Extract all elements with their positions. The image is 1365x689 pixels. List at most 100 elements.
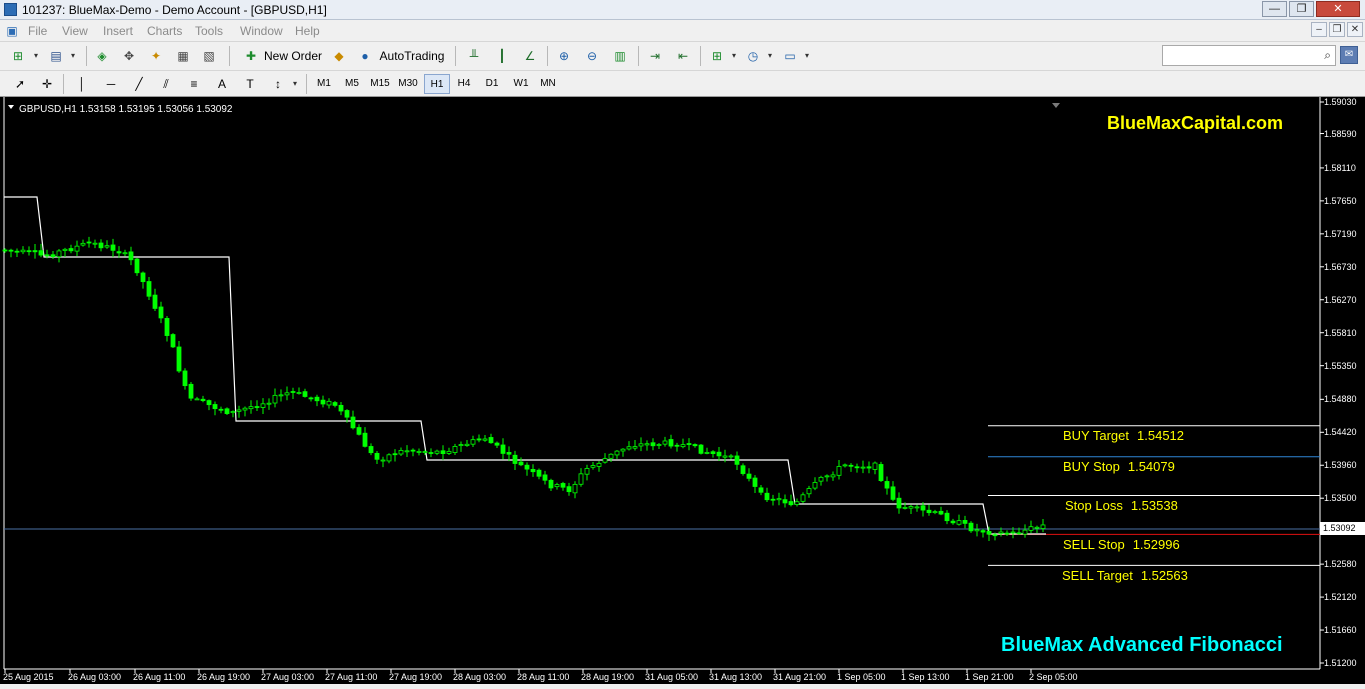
data-window-icon[interactable]: ✦ [148,48,164,64]
new-order-button[interactable]: New Order [262,46,324,66]
zoom-in-icon[interactable]: ⊕ [556,48,572,64]
menu-tools[interactable]: Tools [195,24,223,38]
separator [700,46,701,66]
timeframe-h4[interactable]: H4 [451,74,477,94]
indicators-icon[interactable]: ⊞ [709,48,725,64]
price-tick-label: 1.52120 [1324,592,1357,603]
candle-body [1034,526,1040,529]
candle-body [266,402,272,405]
trendline-icon[interactable]: ╱ [131,76,147,92]
candle-body [962,519,968,524]
chart-shift-icon[interactable]: ⇤ [675,48,691,64]
menu-charts[interactable]: Charts [147,24,182,38]
menu-view[interactable]: View [62,24,88,38]
menu-help[interactable]: Help [295,24,320,38]
crosshair-icon[interactable]: ✛ [39,76,55,92]
candle-body [830,474,836,478]
channel-icon[interactable]: ⫽ [158,76,174,92]
candle-body [368,446,374,454]
fibonacci-icon[interactable]: ≡ [186,76,202,92]
tile-windows-icon[interactable]: ▥ [612,48,628,64]
chat-icon[interactable]: ✉ [1340,46,1358,64]
periods-clock-icon[interactable]: ◷ [745,48,761,64]
arrows-icon[interactable]: ↕ [270,76,286,92]
candle-body [434,450,440,454]
terminal-icon[interactable]: ▦ [175,48,191,64]
price-tick-label: 1.57190 [1324,228,1357,239]
timeframe-m30[interactable]: M30 [395,74,421,94]
autotrading-button[interactable]: AutoTrading [377,46,447,66]
timeframe-mn[interactable]: MN [535,74,561,94]
candle-body [1040,524,1046,529]
price-chart[interactable] [0,97,1365,689]
search-input[interactable]: ⌕ [1162,45,1336,66]
restore-button[interactable]: ❐ [1289,1,1314,17]
navigator-icon[interactable]: ✥ [121,48,137,64]
chevron-down-icon[interactable]: ▾ [28,48,44,64]
menu-insert[interactable]: Insert [103,24,133,38]
candle-body [152,294,158,309]
text-label-icon[interactable]: T [242,76,258,92]
drawing-toolbar: ➚ ✛ │ ─ ╱ ⫽ ≡ A T ↕ ▾ M1 M5 M15 M30 H1 H… [0,71,1365,97]
child-restore-button[interactable]: ❐ [1329,22,1345,37]
chart-tabs-strip [0,684,1365,689]
timeframe-h1[interactable]: H1 [424,74,450,94]
bar-chart-icon[interactable]: ╨ [466,48,482,64]
candle-body [224,408,230,414]
candlestick-icon[interactable]: ┃ [494,48,510,64]
menu-window[interactable]: Window [240,24,283,38]
minimize-button[interactable]: — [1262,1,1287,17]
metaeditor-icon[interactable]: ◆ [331,48,347,64]
candle-body [596,462,602,467]
candle-body [230,411,236,414]
profiles-icon[interactable]: ▤ [48,48,64,64]
candle-body [926,509,932,514]
candle-body [716,451,722,457]
new-order-icon: ✚ [245,49,257,63]
chevron-down-icon[interactable]: ▾ [799,48,815,64]
templates-icon[interactable]: ▭ [782,48,798,64]
menu-file[interactable]: File [28,24,47,38]
horizontal-line-icon[interactable]: ─ [103,76,119,92]
separator [229,46,230,66]
level-buy-target: BUY Target 1.54512 [1063,428,1184,443]
timeframe-m1[interactable]: M1 [311,74,337,94]
timeframe-m15[interactable]: M15 [367,74,393,94]
candle-body [386,454,392,462]
timeframe-m5[interactable]: M5 [339,74,365,94]
candle-body [74,245,80,252]
zoom-out-icon[interactable]: ⊖ [584,48,600,64]
candle-body [968,522,974,532]
child-close-button[interactable]: ✕ [1347,22,1363,37]
candle-body [296,392,302,394]
price-tick-label: 1.51660 [1324,625,1357,636]
time-tick-label: 28 Aug 03:00 [453,672,507,682]
window-title: 101237: BlueMax-Demo - Demo Account - [G… [22,3,327,17]
timeframe-w1[interactable]: W1 [508,74,534,94]
market-watch-icon[interactable]: ◈ [94,48,110,64]
child-minimize-button[interactable]: – [1311,22,1327,37]
candle-body [1004,532,1010,535]
chevron-down-icon[interactable]: ▾ [762,48,778,64]
text-icon[interactable]: A [214,76,230,92]
candle-body [740,465,746,474]
chevron-down-icon[interactable]: ▾ [726,48,742,64]
candle-body [500,444,506,454]
close-button[interactable]: ✕ [1316,1,1360,17]
candle-body [32,250,38,253]
candle-body [248,406,254,410]
auto-scroll-icon[interactable]: ⇥ [647,48,663,64]
strategy-tester-icon[interactable]: ▧ [201,48,217,64]
new-chart-icon[interactable]: ⊞ [10,48,26,64]
candle-body [758,487,764,493]
chevron-down-icon[interactable]: ▾ [65,48,81,64]
candle-body [482,438,488,441]
candle-body [512,454,518,464]
search-icon[interactable]: ⌕ [1324,48,1331,63]
chevron-down-icon[interactable]: ▾ [287,76,303,92]
line-chart-icon[interactable]: ∠ [522,48,538,64]
vertical-line-icon[interactable]: │ [74,76,90,92]
timeframe-d1[interactable]: D1 [479,74,505,94]
level-sell-stop: SELL Stop 1.52996 [1063,537,1180,552]
cursor-icon[interactable]: ➚ [12,76,28,92]
